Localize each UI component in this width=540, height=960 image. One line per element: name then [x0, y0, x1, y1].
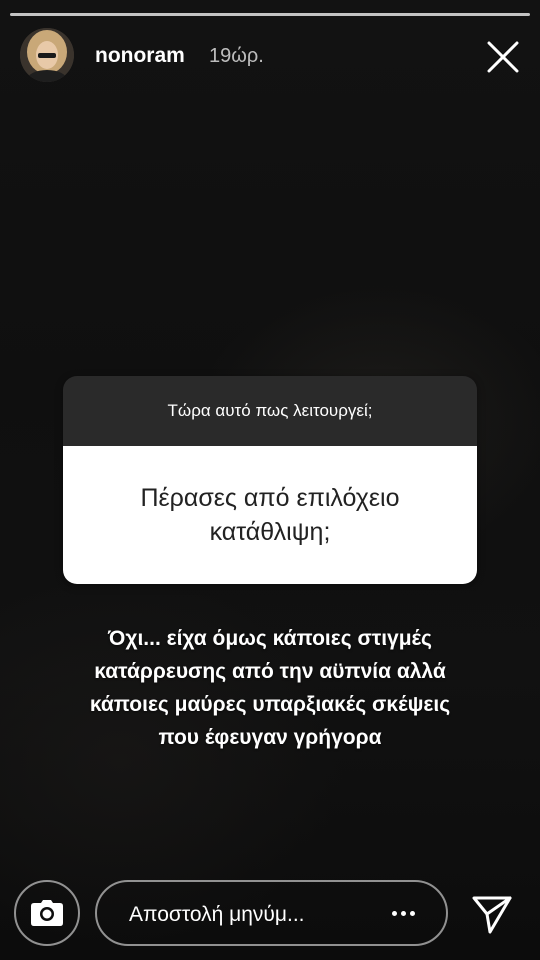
username[interactable]: nonoram	[95, 44, 185, 68]
question-sticker-title: Τώρα αυτό πως λειτουργεί;	[63, 376, 477, 446]
story-progress-bar	[10, 13, 530, 16]
message-input[interactable]	[127, 898, 371, 932]
send-icon	[472, 896, 512, 934]
reply-bar	[0, 880, 540, 946]
send-button[interactable]	[470, 892, 514, 936]
answer-line: που έφευγαν γρήγορα	[158, 726, 382, 749]
question-sticker: Τώρα αυτό πως λειτουργεί; Πέρασες από επ…	[63, 376, 477, 584]
camera-icon	[31, 900, 63, 926]
avatar[interactable]	[20, 28, 74, 82]
answer-line: κάποιες μαύρες υπαρξιακές σκέψεις	[89, 693, 451, 716]
question-text: Πέρασες από επιλόχειο κατάθλιψη;	[63, 446, 477, 584]
more-dots-icon[interactable]	[386, 900, 420, 926]
answer-text: Όχι... είχα όμως κάποιες στιγμές κατάρρε…	[20, 622, 520, 754]
camera-button[interactable]	[14, 880, 80, 946]
answer-line: Όχι... είχα όμως κάποιες στιγμές	[108, 627, 432, 650]
story-header: nonoram 19ώρ.	[20, 28, 520, 88]
post-time: 19ώρ.	[209, 45, 264, 67]
message-field[interactable]	[95, 880, 448, 946]
answer-line: κατάρρευσης από την αϋπνία αλλά	[94, 660, 446, 683]
close-icon[interactable]	[486, 40, 520, 74]
